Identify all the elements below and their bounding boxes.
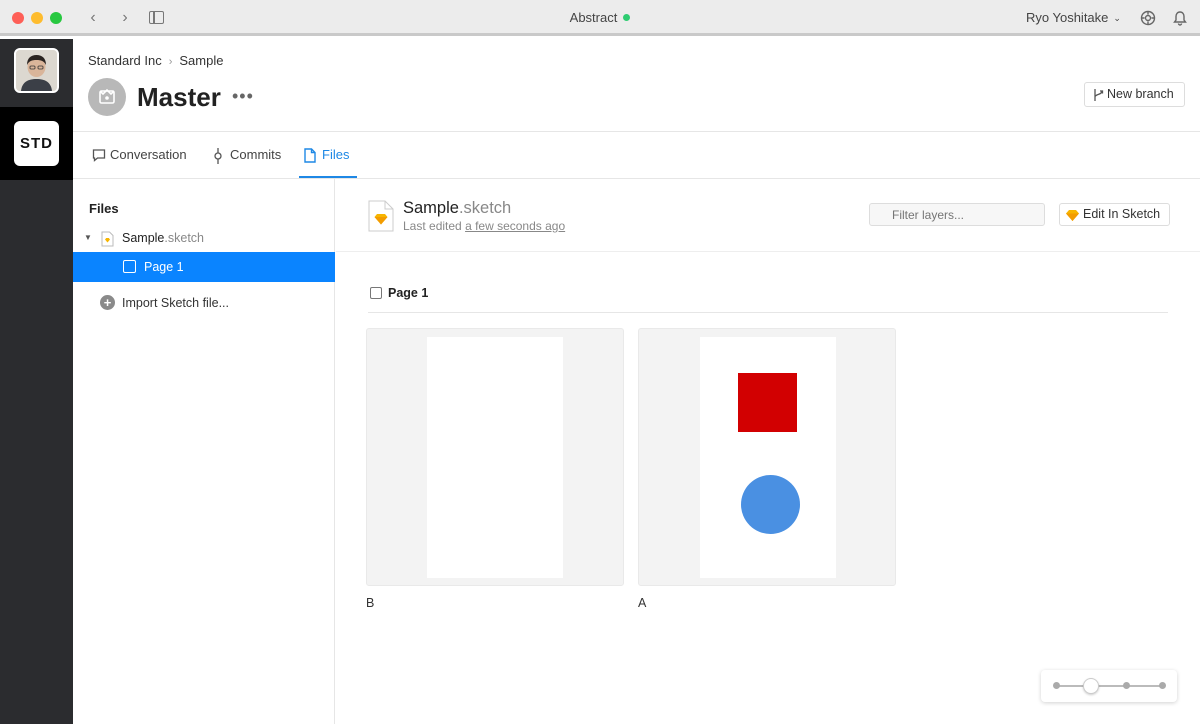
edit-in-sketch-label: Edit In Sketch	[1083, 207, 1161, 221]
disclosure-triangle-icon[interactable]: ▼	[84, 233, 92, 242]
sketch-diamond-icon	[1065, 208, 1080, 229]
plus-circle-icon: +	[100, 295, 115, 310]
chat-bubble-icon	[92, 149, 106, 162]
zoom-slider-handle[interactable]	[1082, 678, 1099, 694]
file-header-divider	[336, 251, 1200, 252]
zoom-stop[interactable]	[1123, 682, 1130, 689]
tree-item-sample-file[interactable]: ▼ Sample.sketch	[84, 230, 324, 248]
user-avatar[interactable]	[14, 48, 59, 93]
chevron-right-icon: ›	[168, 56, 173, 68]
branch-icon	[1092, 87, 1105, 110]
zoom-stop[interactable]	[1053, 682, 1060, 689]
user-menu[interactable]: Ryo Yoshitake ⌄	[1026, 10, 1121, 25]
online-status-icon	[623, 14, 631, 21]
window-titlebar: ‹ › Abstract Ryo Yoshitake ⌄	[0, 0, 1200, 36]
notification-bell-icon[interactable]	[1172, 10, 1188, 26]
page-divider	[368, 312, 1168, 313]
last-edited-prefix: Last edited	[403, 219, 462, 233]
zoom-stop[interactable]	[1159, 682, 1166, 689]
page-icon	[370, 287, 382, 299]
edit-in-sketch-button[interactable]: Edit In Sketch	[1059, 203, 1170, 226]
artboard-canvas	[700, 337, 836, 578]
tree-page-name: Page 1	[144, 260, 184, 274]
file-icon	[304, 148, 316, 163]
header-divider	[73, 131, 1200, 132]
last-edited-link[interactable]: a few seconds ago	[465, 219, 565, 233]
files-sidebar: Files ▼ Sample.sketch Page 1 + Import Sk…	[73, 179, 335, 724]
artboard-thumbnail-a[interactable]	[638, 328, 896, 586]
file-title-name: Sample	[403, 199, 459, 217]
page-title: Master	[137, 82, 221, 112]
org-logo[interactable]: STD	[14, 121, 59, 166]
file-last-edited: Last edited a few seconds ago	[403, 219, 565, 233]
org-rail: STD	[0, 39, 73, 724]
file-extension: .sketch	[164, 231, 204, 245]
tree-item-page-1[interactable]: Page 1	[73, 252, 335, 282]
tab-conversation-label: Conversation	[110, 147, 187, 162]
more-options-icon[interactable]: •••	[232, 86, 254, 107]
tab-commits-label: Commits	[230, 147, 282, 162]
artboard-name-b: B	[366, 596, 375, 610]
breadcrumb: Standard Inc › Sample	[88, 53, 223, 68]
new-branch-label: New branch	[1107, 87, 1174, 101]
breadcrumb-project[interactable]: Sample	[179, 53, 223, 68]
master-branch-icon	[88, 78, 126, 116]
blue-circle-shape	[741, 475, 800, 534]
page-section-label: Page 1	[388, 286, 429, 300]
import-sketch-file-button[interactable]: + Import Sketch file...	[100, 295, 300, 313]
artboard-thumbnail-b[interactable]	[366, 328, 624, 586]
window-title: Abstract	[0, 10, 1200, 25]
sketch-file-large-icon	[368, 200, 394, 235]
tree-file-name: Sample.sketch	[122, 231, 204, 245]
artboard-name-a: A	[638, 596, 647, 610]
new-branch-button[interactable]: New branch	[1084, 82, 1185, 107]
filter-layers-input[interactable]	[869, 203, 1045, 226]
file-title-ext: .sketch	[458, 199, 512, 217]
settings-icon[interactable]	[1140, 10, 1156, 26]
user-name: Ryo Yoshitake	[1026, 10, 1109, 25]
chevron-down-icon: ⌄	[1113, 13, 1121, 23]
files-heading: Files	[89, 201, 119, 216]
tab-files-label: Files	[322, 147, 350, 162]
zoom-track[interactable]	[1056, 685, 1162, 687]
artboard-canvas	[427, 337, 563, 578]
sketch-file-icon	[101, 231, 114, 250]
import-sketch-file-label: Import Sketch file...	[122, 296, 229, 310]
commit-icon	[214, 148, 222, 164]
file-basename: Sample	[122, 231, 165, 245]
page-icon	[123, 260, 136, 273]
zoom-slider[interactable]	[1041, 670, 1177, 702]
breadcrumb-org[interactable]: Standard Inc	[88, 53, 162, 68]
file-title: Sample.sketch	[403, 199, 511, 218]
app-title-text: Abstract	[569, 10, 618, 25]
red-square-shape	[738, 373, 797, 432]
